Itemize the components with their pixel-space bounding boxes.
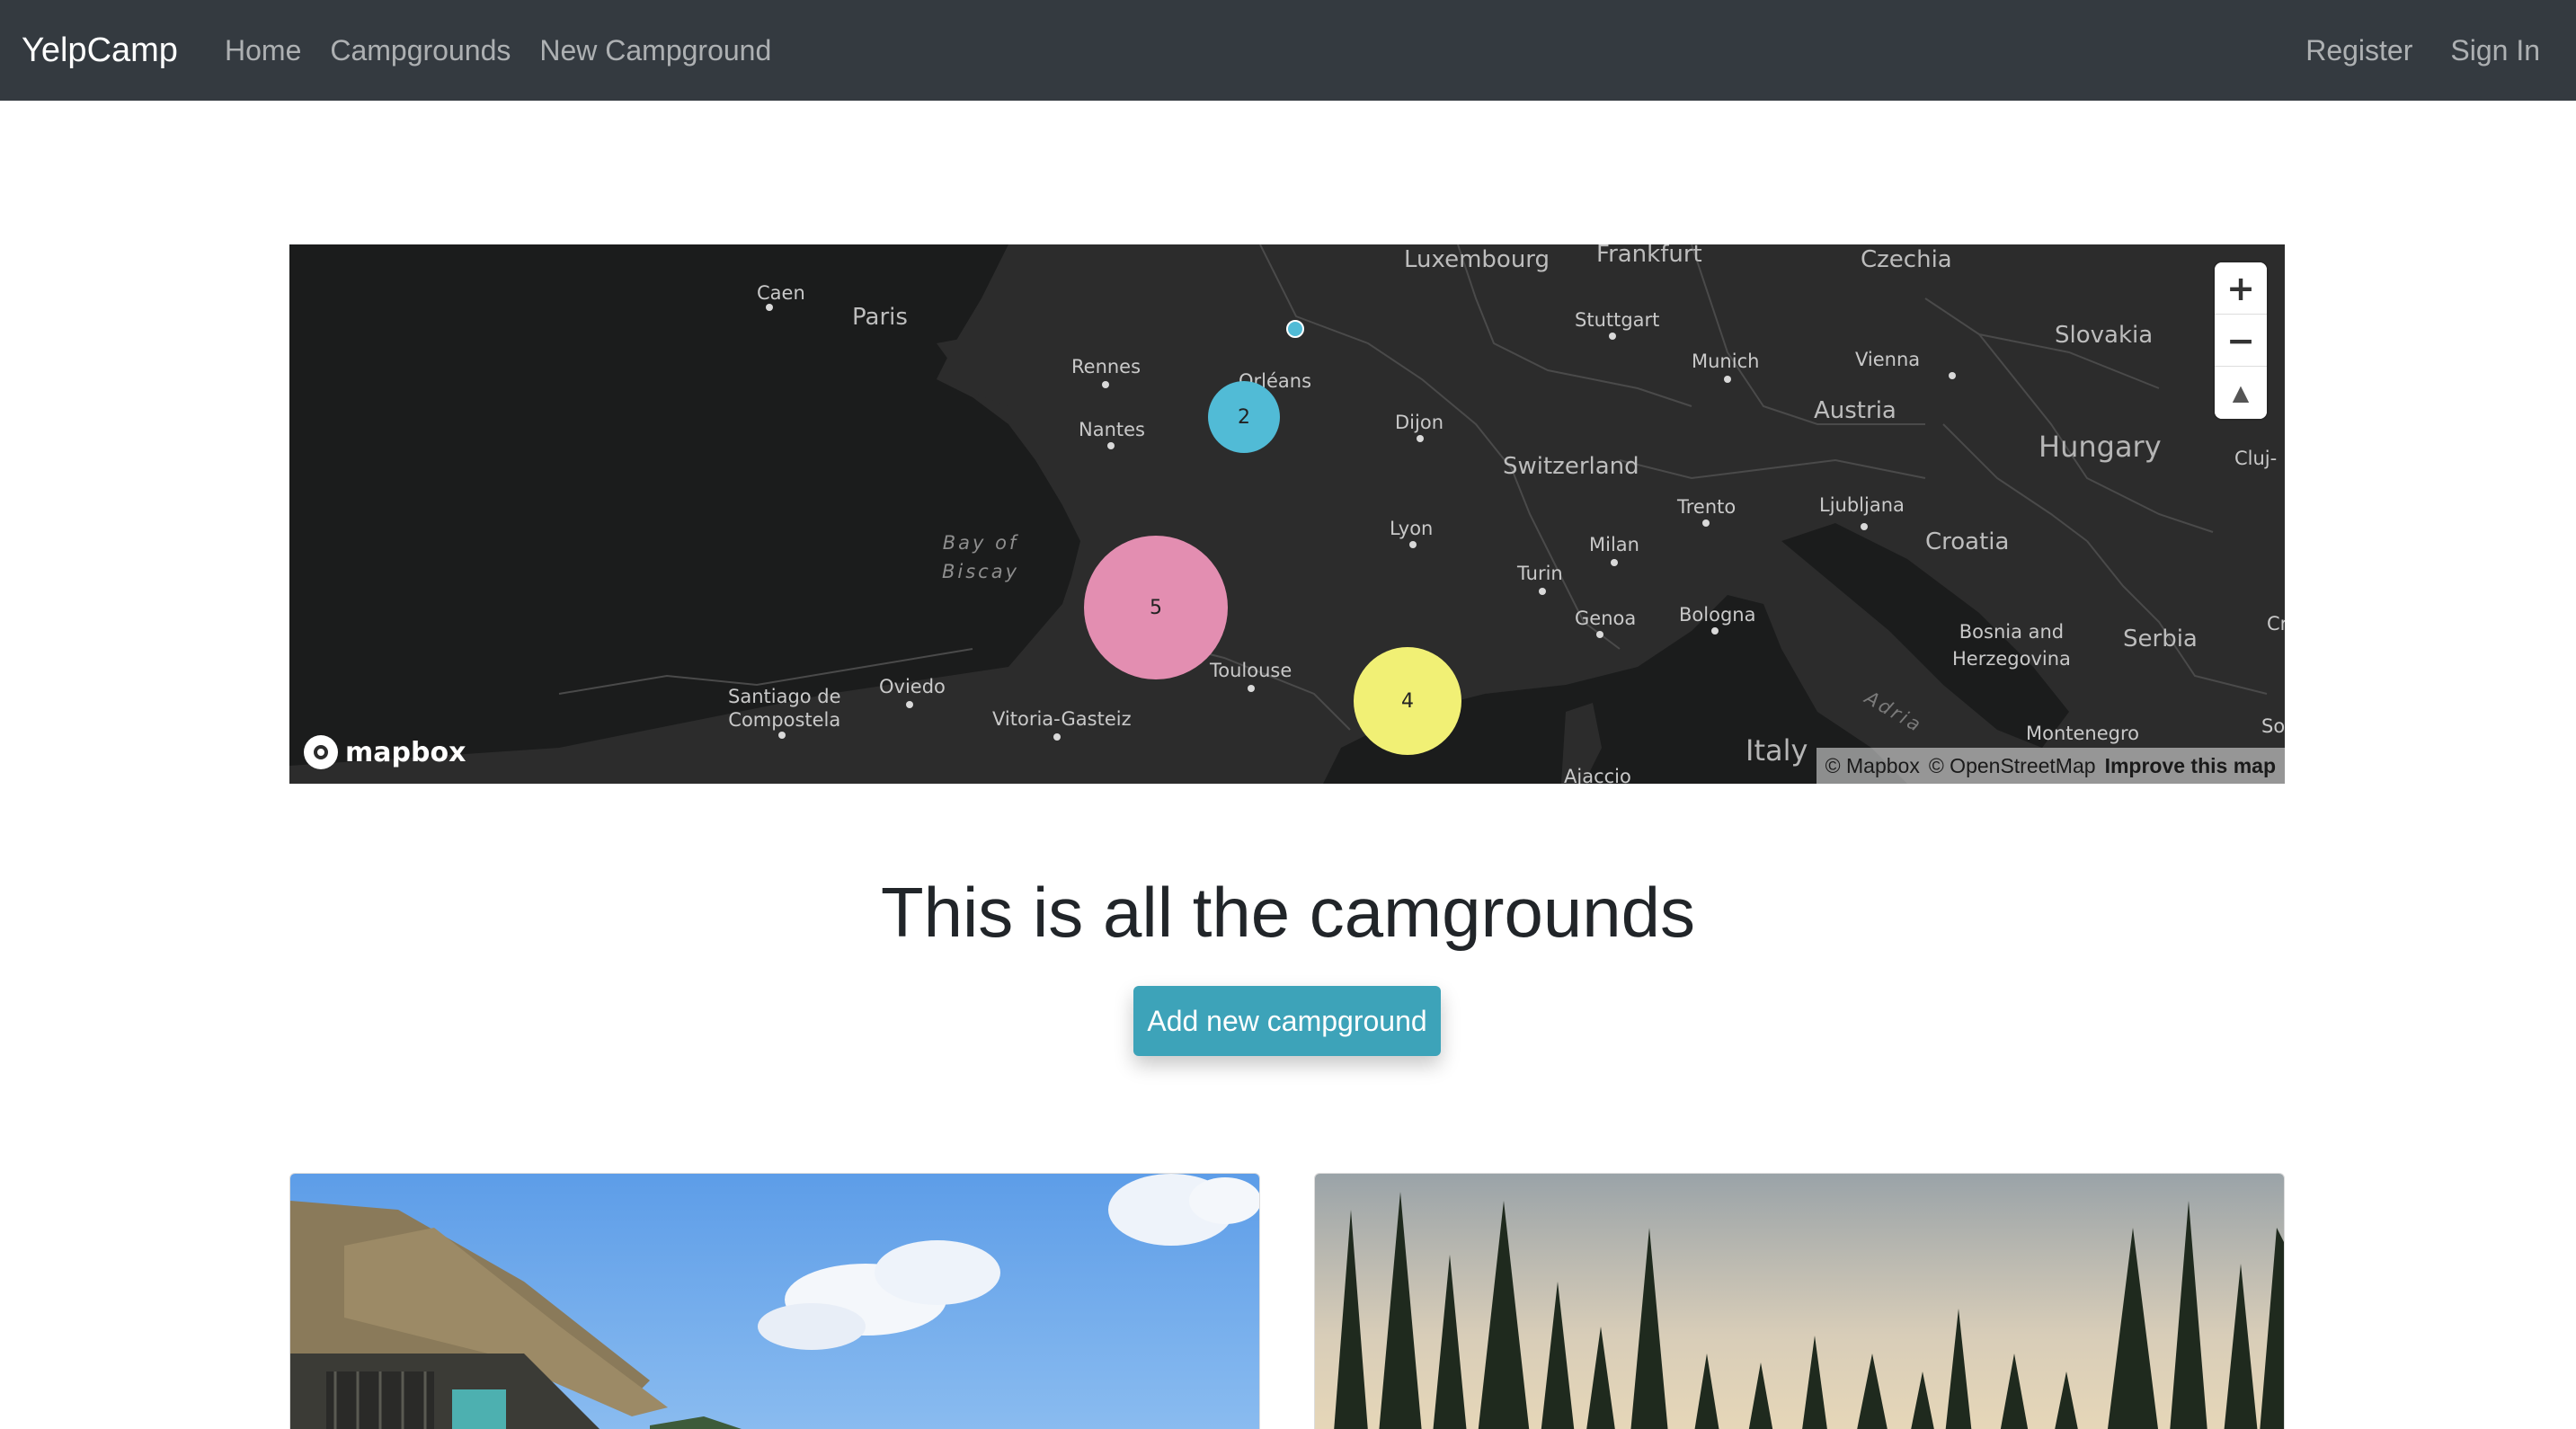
map-label-oviedo: Oviedo bbox=[879, 676, 946, 697]
map-dot bbox=[1417, 435, 1424, 442]
brand-link[interactable]: YelpCamp bbox=[22, 0, 178, 101]
map-dot bbox=[1053, 733, 1061, 741]
map-label-paris: Paris bbox=[852, 304, 908, 331]
map-label-serbia: Serbia bbox=[2123, 626, 2198, 652]
cluster-marker-4[interactable]: 4 bbox=[1354, 647, 1461, 755]
map-point-marker[interactable] bbox=[1286, 320, 1304, 338]
nav-links: Home Campgrounds New Campground bbox=[225, 0, 800, 101]
map-label-trento: Trento bbox=[1677, 496, 1737, 518]
campground-image bbox=[1315, 1174, 2284, 1429]
map-label-vitoria: Vitoria-Gasteiz bbox=[992, 708, 1132, 730]
map-label-munich: Munich bbox=[1692, 351, 1760, 372]
cluster-marker-5[interactable]: 5 bbox=[1084, 536, 1228, 679]
campground-card[interactable] bbox=[289, 1173, 1260, 1429]
map-label-sof: Sof bbox=[2261, 715, 2285, 737]
map-dot bbox=[1609, 333, 1616, 340]
map-label-bay-of-biscay: Bay of Biscay bbox=[942, 532, 1020, 582]
map-label-ljubljana: Ljubljana bbox=[1819, 494, 1905, 516]
cluster-count: 4 bbox=[1401, 689, 1414, 713]
map-label-santiago: Santiago de Compostela bbox=[728, 686, 841, 731]
cluster-count: 2 bbox=[1238, 405, 1250, 429]
map-dot bbox=[1248, 685, 1255, 692]
nav-register-link[interactable]: Register bbox=[2305, 34, 2412, 67]
map-dot bbox=[1949, 372, 1956, 379]
cluster-map[interactable]: Caen Paris Luxembourg Frankfurt Czechia … bbox=[289, 244, 2285, 784]
navbar: YelpCamp Home Campgrounds New Campground… bbox=[0, 0, 2576, 101]
map-attribution: © Mapbox © OpenStreetMap Improve this ma… bbox=[1816, 748, 2285, 784]
map-label-bologna: Bologna bbox=[1679, 604, 1756, 626]
map-dot bbox=[1611, 559, 1618, 566]
map-dot bbox=[1711, 627, 1719, 635]
map-label-slovakia: Slovakia bbox=[2055, 322, 2154, 349]
campground-card[interactable] bbox=[1314, 1173, 2285, 1429]
map-dot bbox=[1102, 381, 1109, 388]
map-label-switzerland: Switzerland bbox=[1503, 453, 1639, 480]
improve-map-link[interactable]: Improve this map bbox=[2105, 754, 2276, 778]
map-dot bbox=[1409, 541, 1417, 548]
map-label-turin: Turin bbox=[1517, 563, 1563, 584]
map-label-dijon: Dijon bbox=[1395, 412, 1443, 433]
map-label-ajaccio: Ajaccio bbox=[1564, 766, 1631, 784]
map-label-cr: Cr bbox=[2267, 613, 2285, 635]
map-dot bbox=[778, 732, 786, 739]
nav-campgrounds-link[interactable]: Campgrounds bbox=[330, 34, 511, 67]
campground-image bbox=[290, 1174, 1259, 1429]
map-label-genoa: Genoa bbox=[1575, 608, 1637, 629]
map-label-caen: Caen bbox=[757, 282, 805, 304]
map-dot bbox=[1107, 442, 1115, 449]
map-label-croatia: Croatia bbox=[1925, 528, 2010, 555]
mapbox-attribution-link[interactable]: © Mapbox bbox=[1825, 754, 1920, 778]
map-navigation-control: + − ▲ bbox=[2215, 262, 2267, 419]
nav-new-campground-link[interactable]: New Campground bbox=[539, 34, 771, 67]
map-label-toulouse: Toulouse bbox=[1210, 660, 1292, 681]
map-dot bbox=[906, 701, 913, 708]
nav-home-link[interactable]: Home bbox=[225, 34, 301, 67]
zoom-in-button[interactable]: + bbox=[2215, 262, 2267, 315]
map-dot bbox=[1596, 631, 1603, 638]
mapbox-logo[interactable]: mapbox bbox=[304, 735, 466, 769]
zoom-out-button[interactable]: − bbox=[2215, 315, 2267, 367]
nav-auth-links: Register Sign In bbox=[2268, 0, 2540, 101]
map-label-lyon: Lyon bbox=[1390, 518, 1434, 539]
compass-button[interactable]: ▲ bbox=[2215, 367, 2267, 419]
map-label-bosnia: Bosnia and Herzegovina bbox=[1952, 621, 2071, 670]
map-label-rennes: Rennes bbox=[1071, 356, 1141, 377]
page-title: This is all the camgrounds bbox=[880, 873, 1696, 952]
map-dot bbox=[1724, 376, 1731, 383]
map-label-italy: Italy bbox=[1745, 733, 1808, 768]
map-label-luxembourg: Luxembourg bbox=[1404, 246, 1550, 273]
cluster-marker-2[interactable]: 2 bbox=[1208, 381, 1280, 453]
map-label-nantes: Nantes bbox=[1079, 419, 1145, 440]
map-label-stuttgart: Stuttgart bbox=[1575, 309, 1660, 331]
map-label-cluj: Cluj- bbox=[2234, 448, 2278, 469]
osm-attribution-link[interactable]: © OpenStreetMap bbox=[1929, 754, 2096, 778]
mapbox-logo-text: mapbox bbox=[345, 736, 466, 768]
compass-icon: ▲ bbox=[2232, 380, 2250, 405]
map-label-austria: Austria bbox=[1814, 397, 1896, 424]
map-label-vienna: Vienna bbox=[1855, 349, 1921, 370]
cluster-count: 5 bbox=[1150, 596, 1162, 619]
map-label-hungary: Hungary bbox=[2039, 430, 2162, 464]
nav-sign-in-link[interactable]: Sign In bbox=[2450, 34, 2540, 67]
map-dot bbox=[766, 304, 773, 311]
add-campground-button[interactable]: Add new campground bbox=[1133, 986, 1441, 1056]
map-label-montenegro: Montenegro bbox=[2026, 723, 2140, 744]
map-dot bbox=[1861, 523, 1868, 530]
mapbox-logo-icon bbox=[304, 735, 338, 769]
map-label-czechia: Czechia bbox=[1861, 246, 1952, 273]
map-label-frankfurt: Frankfurt bbox=[1596, 244, 1702, 268]
map-dot bbox=[1702, 519, 1710, 527]
map-label-milan: Milan bbox=[1589, 534, 1639, 555]
map-dot bbox=[1539, 588, 1546, 595]
